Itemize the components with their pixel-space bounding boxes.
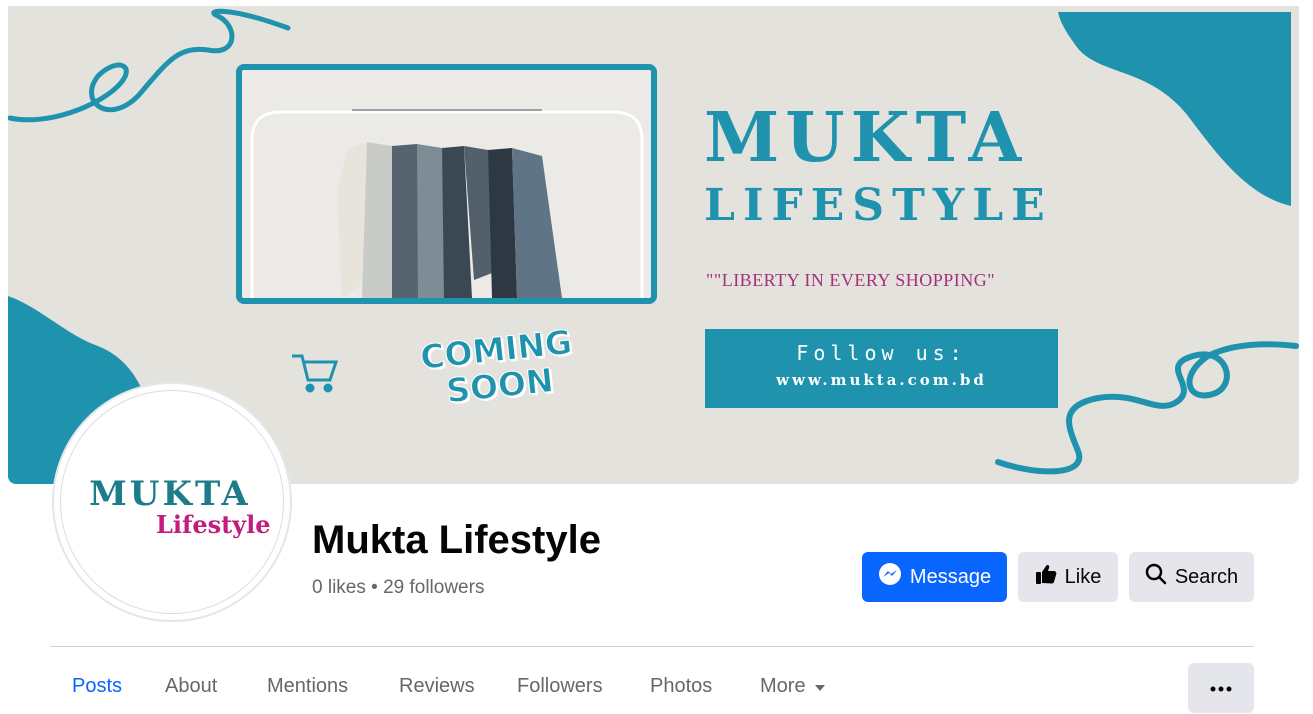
tab-reviews[interactable]: Reviews	[399, 675, 475, 698]
clothes-rack-photo	[236, 64, 657, 304]
like-button[interactable]: Like	[1018, 552, 1118, 602]
header-divider	[50, 646, 1254, 647]
tab-photos[interactable]: Photos	[650, 675, 712, 698]
search-button-label: Search	[1174, 565, 1239, 588]
page-stats[interactable]: 0 likes • 29 followers	[312, 577, 484, 599]
avatar-logo-line1: MUKTA	[89, 474, 251, 514]
shopping-cart-icon	[292, 354, 339, 393]
more-options-button[interactable]	[1188, 663, 1254, 713]
search-button[interactable]: Search	[1129, 552, 1254, 602]
avatar-logo-line2: Lifestyle	[156, 510, 271, 539]
website-url: www.mukta.com.bd	[776, 371, 987, 389]
message-button[interactable]: Message	[862, 552, 1007, 602]
tab-followers[interactable]: Followers	[517, 675, 603, 698]
thumbs-up-icon	[1035, 563, 1057, 591]
tab-more-label: More	[760, 675, 806, 697]
cover-brand: MUKTA LIFESTYLE	[704, 98, 1053, 231]
page-title: Mukta Lifestyle	[312, 518, 601, 562]
more-dots-icon	[1210, 679, 1232, 697]
follow-us-box: Follow us: www.mukta.com.bd	[705, 329, 1058, 408]
tab-posts[interactable]: Posts	[72, 675, 122, 698]
message-button-label: Message	[909, 565, 992, 588]
follow-us-label: Follow us:	[796, 341, 967, 365]
like-button-label: Like	[1064, 565, 1102, 588]
cover-brand-line2: LIFESTYLE	[704, 180, 1053, 231]
messenger-icon	[878, 562, 902, 592]
tab-about[interactable]: About	[165, 675, 217, 698]
tab-mentions[interactable]: Mentions	[267, 675, 348, 698]
profile-picture[interactable]: MUKTA Lifestyle	[52, 382, 292, 622]
search-icon	[1145, 563, 1167, 591]
cover-brand-line1: MUKTA	[704, 98, 1028, 178]
cover-tagline: ""LIBERTY IN EVERY SHOPPING"	[706, 270, 996, 290]
caret-down-icon	[814, 675, 826, 698]
tab-more[interactable]: More	[760, 675, 826, 698]
